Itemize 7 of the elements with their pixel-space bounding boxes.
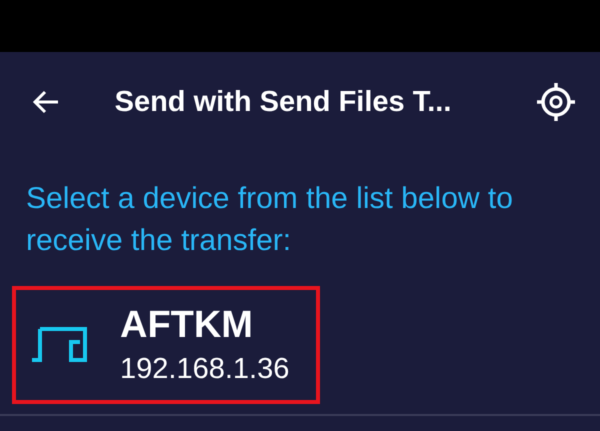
instruction-text: Select a device from the list below to receive the transfer: bbox=[26, 181, 514, 259]
device-name: AFTKM bbox=[120, 304, 254, 347]
device-address: 192.168.1.36 bbox=[120, 353, 290, 386]
location-target-icon[interactable] bbox=[536, 82, 576, 122]
back-arrow-icon[interactable] bbox=[32, 89, 60, 115]
device-item[interactable]: AFTKM 192.168.1.36 bbox=[12, 286, 320, 404]
screen-title: Send with Send Files T... bbox=[114, 86, 452, 118]
